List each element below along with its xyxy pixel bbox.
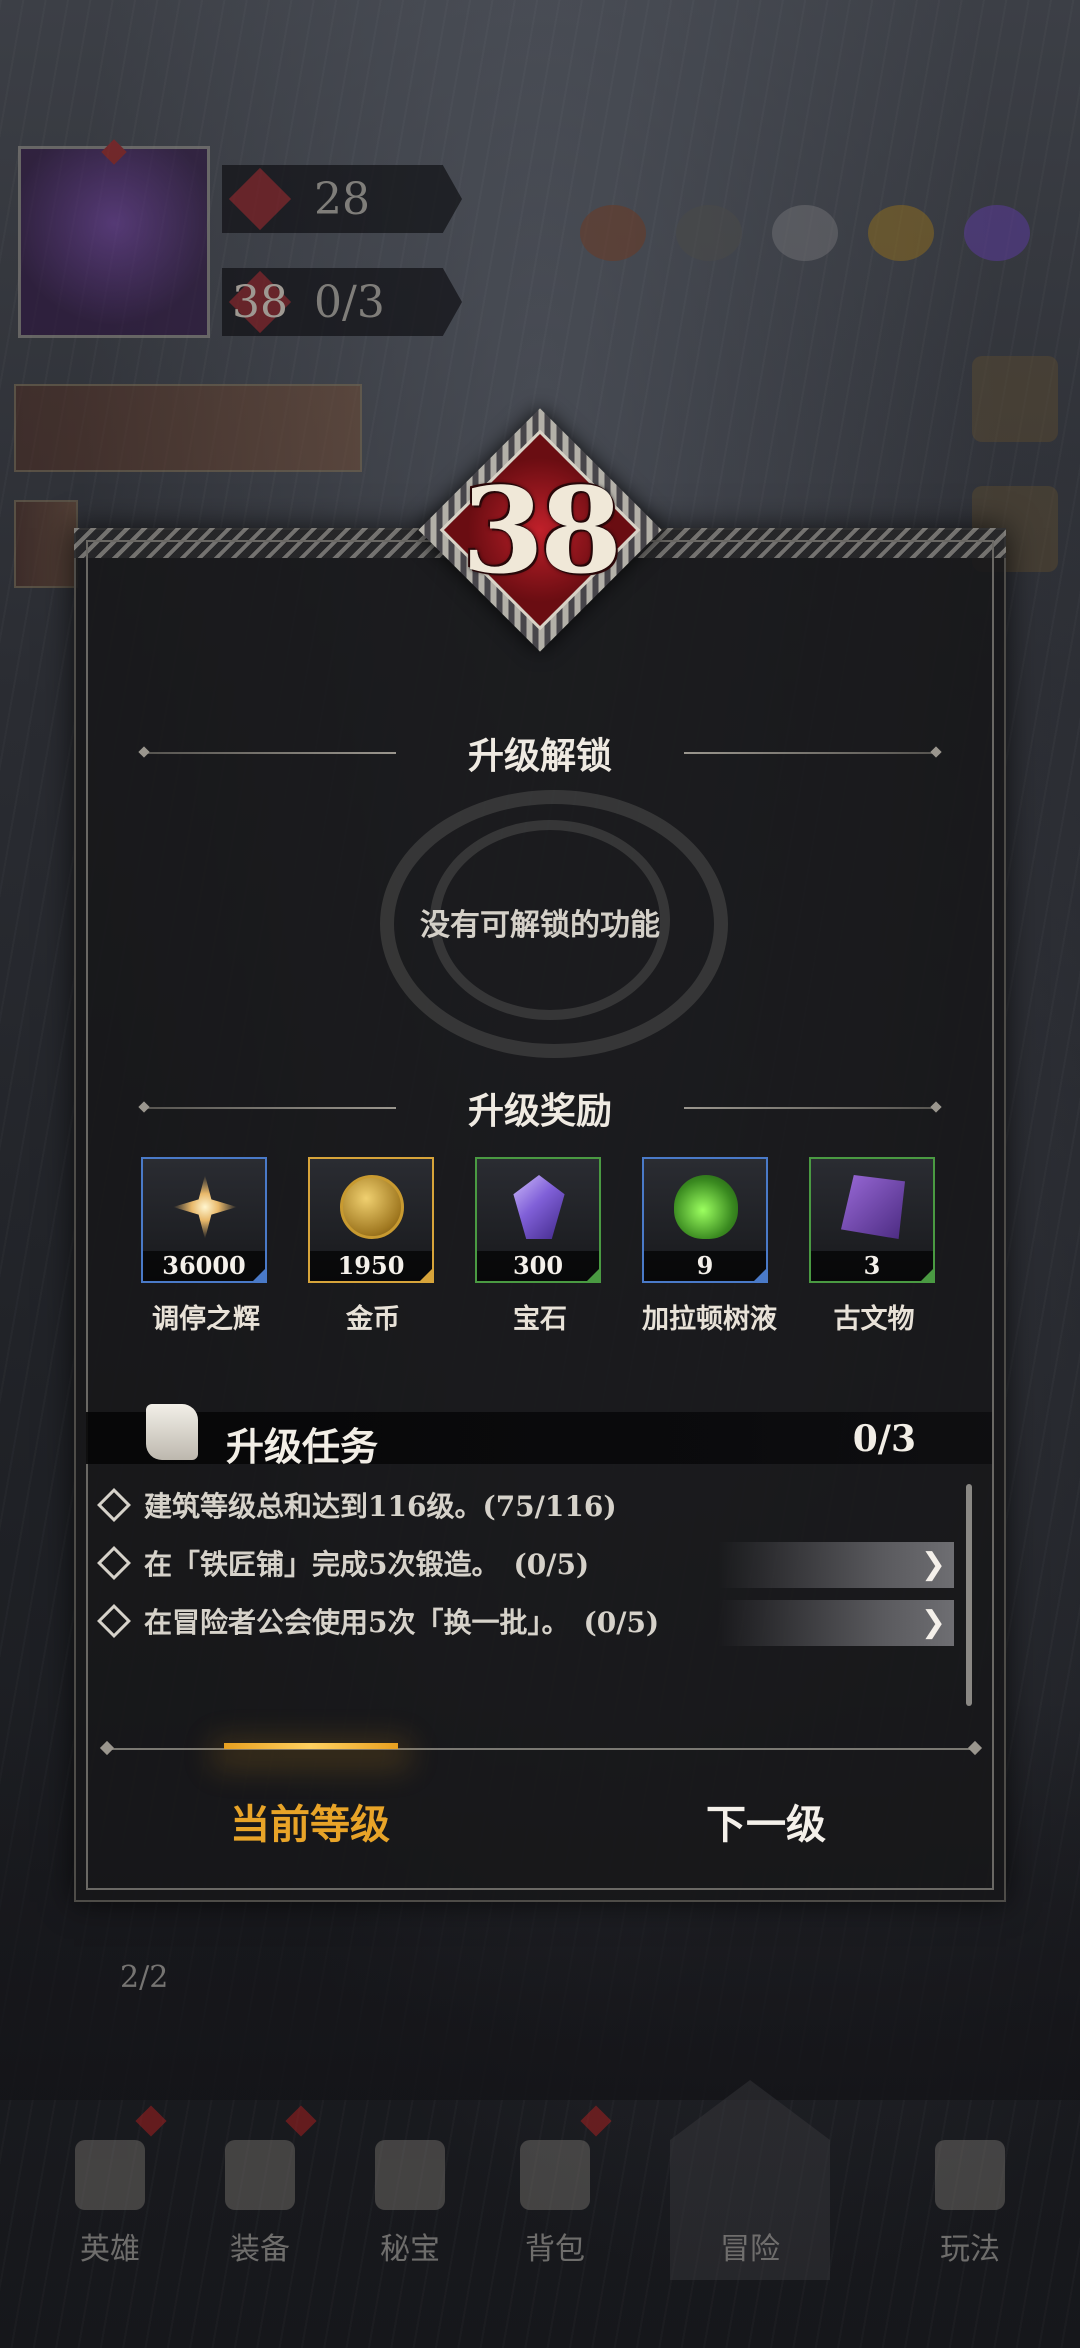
nav-treasure[interactable]: 秘宝	[360, 2140, 460, 2268]
event-icon[interactable]	[972, 356, 1058, 442]
reward-count: 300	[477, 1251, 599, 1281]
tab-current-level[interactable]: 当前等级	[230, 1792, 390, 1850]
reward-item[interactable]: 36000 调停之辉	[141, 1157, 271, 1336]
nav-modes[interactable]: 玩法	[920, 2140, 1020, 2268]
reward-slot[interactable]: 3	[809, 1157, 935, 1283]
reward-title: 升级奖励	[468, 1090, 613, 1132]
crystal-icon	[964, 205, 1030, 261]
reward-label: 宝石	[513, 1304, 567, 1335]
reward-label: 金币	[346, 1304, 400, 1335]
reward-section-header: 升级奖励	[140, 1083, 941, 1133]
reward-count: 3	[811, 1251, 933, 1281]
reward-item[interactable]: 9 加拉顿树液	[642, 1157, 777, 1336]
double-chevron-right-icon: ❯	[920, 1605, 946, 1640]
task-go-button[interactable]: ❯	[718, 1600, 954, 1646]
chalice-icon	[375, 2140, 445, 2210]
reward-label: 调停之辉	[152, 1304, 260, 1335]
nav-bag[interactable]: 背包	[505, 2140, 605, 2268]
active-tab-indicator	[224, 1743, 398, 1749]
player-avatar[interactable]	[18, 139, 210, 338]
gold-coin-icon	[340, 1175, 404, 1239]
unlock-title: 升级解锁	[468, 735, 613, 777]
side-banner[interactable]	[14, 500, 78, 588]
reward-count: 9	[644, 1251, 766, 1281]
nav-heroes[interactable]: 英雄	[60, 2140, 160, 2268]
power-gem-icon	[226, 165, 294, 233]
stage-progress: 2/2	[120, 1960, 169, 1995]
divider-right	[684, 1107, 941, 1109]
divider-left	[140, 1107, 396, 1109]
reward-slot[interactable]: 300	[475, 1157, 601, 1283]
reward-slot[interactable]: 9	[642, 1157, 768, 1283]
task-section-header: 升级任务 0/3	[86, 1404, 992, 1469]
relic-icon	[841, 1175, 905, 1239]
nav-equipment[interactable]: 装备	[210, 2140, 310, 2268]
level-bar[interactable]: 38 0/3	[222, 268, 462, 336]
level-gem-icon: 38	[226, 268, 294, 336]
task-item[interactable]: ❯ 在「铁匠铺」完成5次锻造。 (0/5)	[94, 1534, 954, 1592]
task-list: 建筑等级总和达到116级。(75/116) ❯ 在「铁匠铺」完成5次锻造。 (0…	[94, 1476, 954, 1650]
task-text: 在冒险者公会使用5次「换一批」。 (0/5)	[144, 1606, 660, 1639]
red-badge-icon	[135, 2105, 167, 2137]
task-scrollbar[interactable]	[966, 1484, 972, 1706]
reward-count: 1950	[310, 1251, 432, 1281]
reward-slot[interactable]: 1950	[308, 1157, 434, 1283]
reward-count: 36000	[143, 1251, 265, 1281]
power-value: 28	[314, 173, 370, 225]
level-badge: 38	[418, 408, 662, 652]
task-go-button[interactable]: ❯	[718, 1542, 954, 1588]
diamond-bullet-icon	[97, 1604, 131, 1638]
ore-icon	[676, 205, 742, 261]
task-item[interactable]: ❯ 在冒险者公会使用5次「换一批」。 (0/5)	[94, 1592, 954, 1650]
potion-icon	[674, 1175, 738, 1239]
divider-right	[684, 752, 941, 754]
gem-icon	[513, 1175, 565, 1239]
reward-label: 古文物	[833, 1304, 915, 1335]
reward-list: 36000 调停之辉 1950 金币 300 宝石 9 加拉顿树液 3 古文物	[141, 1157, 941, 1343]
reward-item[interactable]: 3 古文物	[809, 1157, 939, 1336]
diamond-bullet-icon	[97, 1546, 131, 1580]
hero-icon	[75, 2140, 145, 2210]
resource-bar	[580, 205, 1030, 261]
gate-icon	[935, 2140, 1005, 2210]
event-banner[interactable]	[14, 384, 362, 472]
task-progress: 0/3	[852, 1418, 916, 1460]
divider-left	[140, 752, 396, 754]
gold-icon	[868, 205, 934, 261]
tab-next-level[interactable]: 下一级	[706, 1792, 826, 1850]
task-item: 建筑等级总和达到116级。(75/116)	[94, 1476, 954, 1534]
sword-icon	[225, 2140, 295, 2210]
diamond-bullet-icon	[97, 1488, 131, 1522]
level-number: 38	[461, 460, 622, 600]
iron-icon	[772, 205, 838, 261]
task-text: 在「铁匠铺」完成5次锻造。 (0/5)	[144, 1548, 590, 1581]
reward-item[interactable]: 300 宝石	[475, 1157, 605, 1336]
red-badge-icon	[580, 2105, 612, 2137]
task-text: 建筑等级总和达到116级。(75/116)	[144, 1490, 617, 1523]
radiance-icon	[173, 1175, 237, 1239]
power-bar: 28	[222, 165, 462, 233]
red-badge-icon	[285, 2105, 317, 2137]
double-chevron-right-icon: ❯	[920, 1547, 946, 1582]
scroll-icon	[146, 1404, 198, 1460]
unlock-section-header: 升级解锁	[140, 728, 941, 778]
bag-icon	[520, 2140, 590, 2210]
level-progress: 0/3	[314, 276, 385, 328]
bottom-nav: 英雄 装备 秘宝 背包 冒险 玩法	[0, 2060, 1080, 2320]
no-unlock-text: 没有可解锁的功能	[420, 908, 660, 943]
reward-slot[interactable]: 36000	[141, 1157, 267, 1283]
reward-label: 加拉顿树液	[642, 1304, 777, 1335]
wood-icon	[580, 205, 646, 261]
task-title: 升级任务	[226, 1424, 379, 1469]
nav-adventure[interactable]: 冒险	[700, 2140, 800, 2268]
reward-item[interactable]: 1950 金币	[308, 1157, 438, 1336]
